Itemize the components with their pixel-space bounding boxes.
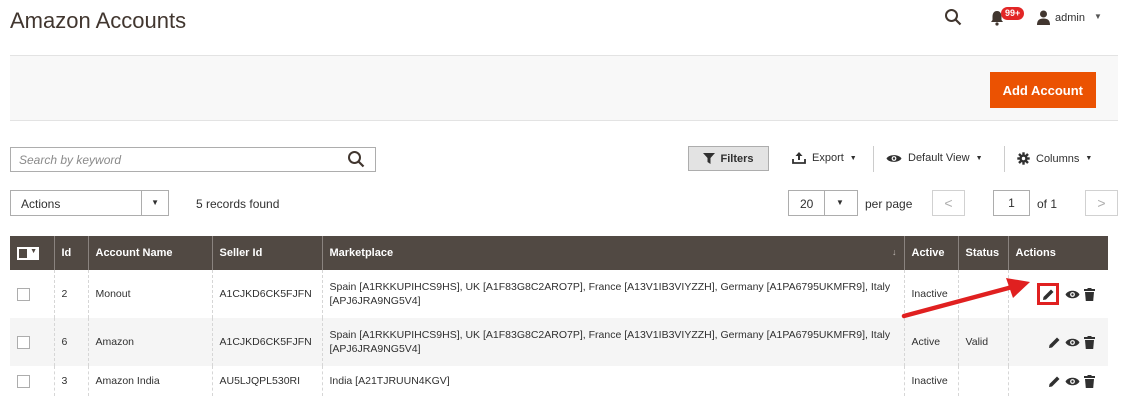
eye-icon: [886, 154, 902, 162]
column-header-actions: Actions: [1007, 236, 1108, 270]
cell-account-name: Amazon India: [87, 366, 212, 396]
default-view-dropdown[interactable]: Default View ▼: [886, 152, 983, 164]
toolbar-divider: [873, 146, 874, 172]
cell-id: 3: [53, 366, 88, 396]
cell-marketplace: Spain [A1RKKUPIHCS9HS], UK [A1F83G8C2ARO…: [321, 270, 904, 318]
row-checkbox[interactable]: [17, 335, 30, 349]
add-account-button[interactable]: Add Account: [989, 72, 1096, 108]
cell-active: Active: [903, 318, 958, 366]
chevron-down-icon: ▼: [151, 198, 159, 207]
page-actions-bar: Add Account: [10, 55, 1118, 121]
view-eye-icon[interactable]: [1065, 376, 1080, 387]
cell-active: Inactive: [903, 270, 958, 318]
page-total: of 1: [1037, 197, 1058, 211]
export-dropdown[interactable]: Export ▼: [792, 152, 857, 164]
mass-select-checkbox[interactable]: ▼: [17, 246, 39, 260]
search-box: [10, 147, 376, 172]
chevron-down-icon: ▼: [975, 154, 983, 162]
cell-marketplace: India [A21TJRUUN4KGV]: [321, 366, 904, 396]
cell-seller-id: A1CJKD6CK5FJFN: [211, 318, 322, 366]
edit-pencil-icon[interactable]: [1048, 375, 1061, 388]
cell-seller-id: AU5LJQPL530RI: [211, 366, 322, 396]
cell-id: 6: [53, 318, 88, 366]
delete-trash-icon[interactable]: [1084, 335, 1095, 349]
column-header-account-name[interactable]: Account Name: [87, 236, 212, 270]
cell-actions: [1007, 366, 1108, 396]
search-icon[interactable]: [944, 8, 962, 26]
cell-actions: [1007, 270, 1108, 318]
column-header-seller-id[interactable]: Seller Id: [211, 236, 322, 270]
cell-account-name: Amazon: [87, 318, 212, 366]
row-checkbox[interactable]: [17, 374, 30, 388]
records-found: 5 records found: [196, 197, 280, 211]
cell-marketplace: Spain [A1RKKUPIHCS9HS], UK [A1F83G8C2ARO…: [321, 318, 904, 366]
chevron-down-icon: ▼: [1085, 155, 1093, 162]
chevron-down-icon: ▼: [849, 154, 857, 162]
export-label: Export: [812, 152, 844, 164]
cell-account-name: Monout: [87, 270, 212, 318]
mass-actions-label: Actions: [21, 197, 61, 211]
cell-actions: [1007, 318, 1108, 366]
chevron-left-icon: <: [944, 195, 953, 211]
mass-actions-select[interactable]: Actions ▼: [10, 190, 169, 216]
page-title: Amazon Accounts: [10, 8, 187, 33]
columns-dropdown[interactable]: Columns ▼: [1017, 152, 1092, 165]
cell-status: [957, 270, 1008, 318]
previous-page-button[interactable]: <: [932, 190, 965, 216]
view-eye-icon[interactable]: [1065, 289, 1080, 300]
cell-status: [957, 366, 1008, 396]
column-header-status[interactable]: Status: [957, 236, 1008, 270]
filters-label: Filters: [720, 152, 754, 165]
cell-active: Inactive: [903, 366, 958, 396]
filter-icon: [703, 153, 716, 164]
mass-select-header[interactable]: ▼: [10, 236, 54, 270]
table-row: 6 Amazon A1CJKD6CK5FJFN Spain [A1RKKUPIH…: [10, 318, 1108, 366]
row-checkbox[interactable]: [17, 287, 30, 301]
select-divider: [824, 191, 825, 215]
user-icon[interactable]: [1036, 10, 1051, 25]
toolbar-divider: [1004, 146, 1005, 172]
table-row: 2 Monout A1CJKD6CK5FJFN Spain [A1RKKUPIH…: [10, 270, 1108, 318]
search-input[interactable]: [11, 148, 331, 171]
sort-arrow-icon: ↓: [892, 247, 897, 257]
per-page-select[interactable]: 20 ▼: [788, 190, 858, 216]
edit-pencil-icon[interactable]: [1048, 336, 1061, 349]
column-header-marketplace-label: Marketplace: [329, 247, 394, 259]
default-view-label: Default View: [908, 152, 970, 164]
select-divider: [141, 191, 142, 215]
highlighted-edit-box: [1037, 283, 1059, 305]
export-icon: [792, 152, 806, 164]
cell-status: Valid: [957, 318, 1008, 366]
view-eye-icon[interactable]: [1065, 337, 1080, 348]
next-page-button[interactable]: >: [1085, 190, 1118, 216]
search-submit-icon[interactable]: [347, 150, 365, 168]
table-header-row: ▼ Id Account Name Seller Id Marketplace …: [10, 236, 1108, 270]
column-header-active[interactable]: Active: [903, 236, 958, 270]
per-page-value: 20: [800, 197, 814, 211]
column-header-marketplace[interactable]: Marketplace ↓: [321, 236, 904, 270]
edit-pencil-icon[interactable]: [1042, 288, 1055, 301]
accounts-table: ▼ Id Account Name Seller Id Marketplace …: [10, 236, 1108, 396]
chevron-right-icon: >: [1097, 195, 1106, 211]
columns-label: Columns: [1036, 152, 1080, 165]
chevron-down-icon[interactable]: ▼: [1094, 12, 1102, 21]
column-header-id[interactable]: Id: [53, 236, 88, 270]
table-row: 3 Amazon India AU5LJQPL530RI India [A21T…: [10, 366, 1108, 396]
cell-id: 2: [53, 270, 88, 318]
page-number-input[interactable]: [993, 190, 1030, 216]
per-page-label: per page: [865, 197, 913, 211]
user-name[interactable]: admin: [1055, 12, 1085, 24]
filters-button[interactable]: Filters: [688, 146, 769, 171]
gear-icon: [1017, 152, 1030, 165]
delete-trash-icon[interactable]: [1084, 374, 1095, 388]
cell-seller-id: A1CJKD6CK5FJFN: [211, 270, 322, 318]
delete-trash-icon[interactable]: [1084, 287, 1095, 301]
notifications-badge[interactable]: 99+: [1001, 7, 1025, 20]
chevron-down-icon: ▼: [836, 198, 844, 207]
